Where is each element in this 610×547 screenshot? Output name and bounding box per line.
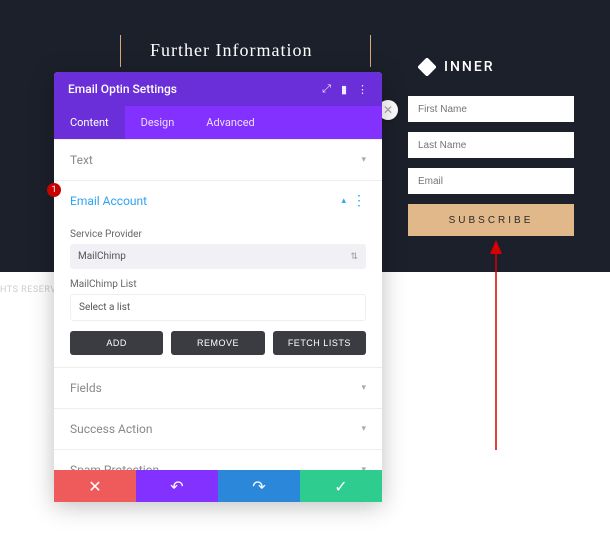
redo-button[interactable]: ↷ xyxy=(218,470,300,502)
chevron-up-icon: ▴ xyxy=(341,196,346,206)
brand-inner: INNER xyxy=(418,58,495,76)
select-value: Select a list xyxy=(79,302,130,313)
modal-header-actions: ⤢ ▮ ⋮ xyxy=(322,82,368,96)
email-optin-settings-modal: Email Optin Settings ⤢ ▮ ⋮ Content Desig… xyxy=(54,72,382,502)
section-label: Fields xyxy=(70,381,102,395)
section-email-account[interactable]: Email Account ▴ ⋮ xyxy=(54,180,382,221)
section-label: Text xyxy=(70,153,93,167)
first-name-input[interactable] xyxy=(408,96,574,122)
modal-tabs: Content Design Advanced xyxy=(54,106,382,139)
callout-badge-1: 1 xyxy=(47,183,61,197)
chevron-down-icon: ▾ xyxy=(361,383,366,393)
optin-form: SUBSCRIBE xyxy=(408,96,574,236)
chevron-down-icon: ▾ xyxy=(361,155,366,165)
select-value: MailChimp xyxy=(78,251,126,262)
cancel-button[interactable]: ✕ xyxy=(54,470,136,502)
section-success-action[interactable]: Success Action ▾ xyxy=(54,408,382,449)
check-icon: ✓ xyxy=(334,477,347,496)
snap-icon[interactable]: ▮ xyxy=(341,83,347,96)
redo-icon: ↷ xyxy=(252,477,265,496)
tab-content[interactable]: Content xyxy=(54,106,125,139)
service-provider-label: Service Provider xyxy=(70,229,366,240)
section-label: Success Action xyxy=(70,422,152,436)
add-button[interactable]: ADD xyxy=(70,331,163,355)
modal-footer: ✕ ↶ ↷ ✓ xyxy=(54,470,382,502)
email-input[interactable] xyxy=(408,168,574,194)
section-spam-protection[interactable]: Spam Protection ▾ xyxy=(54,449,382,470)
expand-icon[interactable]: ⤢ xyxy=(322,82,331,96)
subscribe-button[interactable]: SUBSCRIBE xyxy=(408,204,574,236)
chevron-down-icon: ▾ xyxy=(361,424,366,434)
diamond-icon xyxy=(418,58,436,76)
decoration-line-left xyxy=(120,35,121,67)
tab-design[interactable]: Design xyxy=(125,106,191,139)
save-button[interactable]: ✓ xyxy=(300,470,382,502)
last-name-input[interactable] xyxy=(408,132,574,158)
modal-body: Text ▾ Email Account ▴ ⋮ Service Provide… xyxy=(54,139,382,470)
undo-icon: ↶ xyxy=(170,477,183,496)
modal-title: Email Optin Settings xyxy=(68,82,177,96)
footer-rights-text: HTS RESERVE xyxy=(0,285,62,295)
section-label: Spam Protection xyxy=(70,463,159,470)
mailchimp-list-label: MailChimp List xyxy=(70,279,366,290)
menu-dots-icon[interactable]: ⋮ xyxy=(357,83,368,96)
modal-header[interactable]: Email Optin Settings ⤢ ▮ ⋮ xyxy=(54,72,382,106)
service-provider-select[interactable]: MailChimp ⇅ xyxy=(70,244,366,269)
close-icon: ✕ xyxy=(88,477,101,496)
email-account-content: Service Provider MailChimp ⇅ MailChimp L… xyxy=(54,221,382,367)
section-label: Email Account xyxy=(70,194,147,208)
close-icon: ✕ xyxy=(383,103,393,117)
section-fields[interactable]: Fields ▾ xyxy=(54,367,382,408)
page-heading: Further Information xyxy=(150,40,312,61)
section-text[interactable]: Text ▾ xyxy=(54,139,382,180)
tab-advanced[interactable]: Advanced xyxy=(190,106,270,139)
select-arrows-icon: ⇅ xyxy=(350,252,358,262)
remove-button[interactable]: REMOVE xyxy=(171,331,264,355)
list-action-buttons: ADD REMOVE FETCH LISTS xyxy=(70,331,366,355)
fetch-lists-button[interactable]: FETCH LISTS xyxy=(273,331,366,355)
undo-button[interactable]: ↶ xyxy=(136,470,218,502)
decoration-line-right xyxy=(370,35,371,67)
brand-label: INNER xyxy=(444,59,495,75)
annotation-arrow-icon xyxy=(490,240,502,450)
mailchimp-list-select[interactable]: Select a list xyxy=(70,294,366,321)
section-menu-icon[interactable]: ⋮ xyxy=(352,194,366,208)
